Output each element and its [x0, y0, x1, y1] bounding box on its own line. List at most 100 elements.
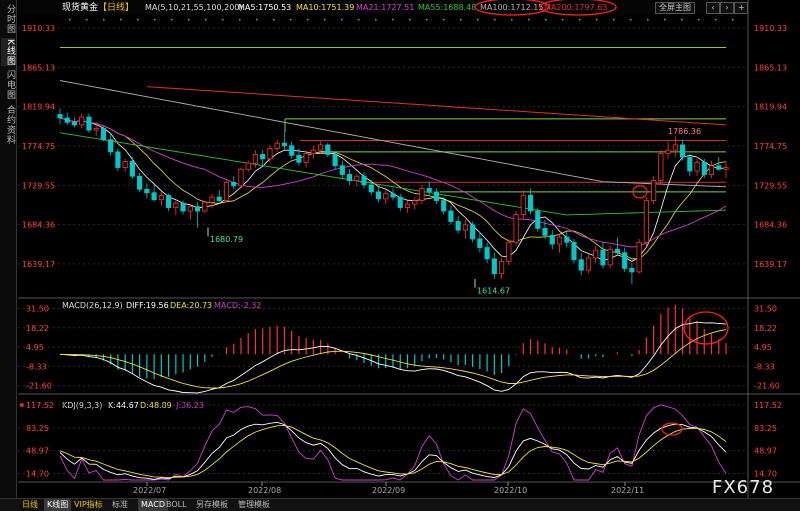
price-tick: 1819.94: [754, 103, 787, 112]
candle-body: [694, 161, 700, 172]
candle-body: [310, 149, 316, 155]
candle-body: [231, 181, 237, 187]
kdj-tick: 48.97: [26, 447, 49, 456]
candle-body: [289, 145, 295, 156]
macd-dea-label: DEA:20.73: [170, 301, 212, 310]
marker-dot: •: [646, 17, 650, 24]
standard-button[interactable]: 标准: [112, 499, 128, 511]
marker-dot: •: [221, 17, 225, 24]
macd-tick: -8.33: [26, 362, 47, 371]
low-annotation: 1614.67: [477, 287, 510, 296]
candle-body: [462, 224, 468, 231]
candle-body: [549, 234, 555, 245]
price-chart: 现货黄金 【日线】 MA(5,10,21,55,100,200)MA5:1750.5…: [18, 0, 800, 498]
date-label: 2022/09: [372, 486, 405, 495]
candle-body: [535, 210, 541, 229]
candle-body: [491, 258, 497, 275]
candle-body: [361, 175, 367, 186]
candle-body: [202, 201, 208, 212]
candle-body: [564, 236, 570, 243]
ma-legend-1: MA10:1751.39: [296, 3, 354, 12]
candle-body: [383, 193, 389, 200]
manage-template-button[interactable]: 管理模板: [238, 499, 270, 511]
period-selector[interactable]: 日线: [22, 499, 38, 511]
kdj-tick: 48.97: [754, 447, 777, 456]
marker-dot: •: [136, 17, 140, 24]
marker-dot: •: [476, 17, 480, 24]
price-tick: 1684.36: [22, 221, 55, 230]
marker-dot: •: [187, 17, 191, 24]
ma-legend-4: MA100:1712.15: [480, 3, 543, 12]
marker-dot: •: [697, 17, 701, 24]
ma10-line: [59, 117, 727, 260]
candle-body: [108, 139, 114, 153]
candle-body: [151, 192, 157, 201]
date-label: 2022/10: [494, 486, 527, 495]
candle-body: [506, 241, 512, 262]
candle-body: [578, 259, 584, 271]
candle-body: [57, 114, 63, 119]
chart-period: 【日线】: [98, 1, 134, 13]
date-label: 2022/11: [611, 486, 644, 495]
nav-left-button[interactable]: ‹: [706, 2, 720, 14]
candle-body: [716, 165, 722, 170]
ma100-line: [59, 80, 727, 188]
candle-body: [614, 248, 620, 254]
macd-button[interactable]: MACD: [138, 499, 168, 511]
marker-dot: •: [85, 17, 89, 24]
marker-dot: •: [255, 17, 259, 24]
candle-body: [390, 193, 396, 198]
marker-dot: •: [340, 17, 344, 24]
watermark-logo: FX678: [712, 477, 775, 498]
zoom-in-button[interactable]: +: [734, 2, 748, 14]
candle-body: [238, 168, 244, 187]
boll-button[interactable]: BOLL: [166, 499, 187, 511]
candle-body: [672, 144, 678, 151]
candle-body: [368, 184, 374, 193]
candle-body: [636, 241, 642, 273]
candle-body: [274, 142, 280, 149]
candle-body: [679, 144, 686, 158]
price-tick: 1729.55: [22, 181, 55, 190]
candle-body: [607, 248, 613, 266]
candle-body: [71, 121, 78, 126]
kline-template-button[interactable]: K线图: [44, 499, 72, 511]
candle-body: [708, 165, 715, 175]
marker-dot: •: [170, 17, 174, 24]
candle-body: [267, 147, 273, 160]
marker-dot: •: [272, 17, 276, 24]
ma-params-label: MA(5,10,21,55,100,200): [145, 3, 243, 12]
nav-right-button[interactable]: ›: [720, 2, 734, 14]
candle-body: [296, 154, 302, 163]
candle-body: [158, 194, 164, 201]
kdj-tick: 117.52: [26, 401, 54, 410]
vip-indicator-button[interactable]: VIP指标: [74, 499, 103, 511]
price-tick: 1910.33: [754, 24, 787, 33]
candle-body: [252, 154, 259, 164]
marker-dot: •: [663, 17, 667, 24]
macd-tick: 18.22: [754, 324, 777, 333]
marker-dot: •: [238, 17, 242, 24]
fullscreen-button[interactable]: 全屏主图: [655, 2, 695, 14]
marker-dot: •: [561, 17, 565, 24]
save-template-button[interactable]: 另存模板: [196, 499, 228, 511]
kdj-d-label: D:48.89: [140, 401, 172, 410]
marker-dot: •: [459, 17, 463, 24]
marker-dot: •: [119, 17, 123, 24]
candle-body: [571, 241, 577, 261]
marker-dot: •: [102, 17, 106, 24]
candle-body: [354, 175, 360, 181]
candle-body: [658, 153, 664, 181]
candle-body: [325, 144, 331, 155]
marker-dot: •: [578, 17, 582, 24]
kdj-j-line: [59, 404, 727, 481]
kdj-d-line: [59, 424, 727, 479]
marker-dot: •: [510, 17, 514, 24]
candle-body: [216, 196, 222, 201]
candle-body: [600, 249, 606, 266]
candle-body: [687, 156, 693, 172]
candle-body: [404, 203, 411, 208]
macd-tick: 4.95: [754, 343, 772, 352]
price-tick: 1865.13: [754, 63, 787, 72]
candle-body: [643, 200, 649, 243]
